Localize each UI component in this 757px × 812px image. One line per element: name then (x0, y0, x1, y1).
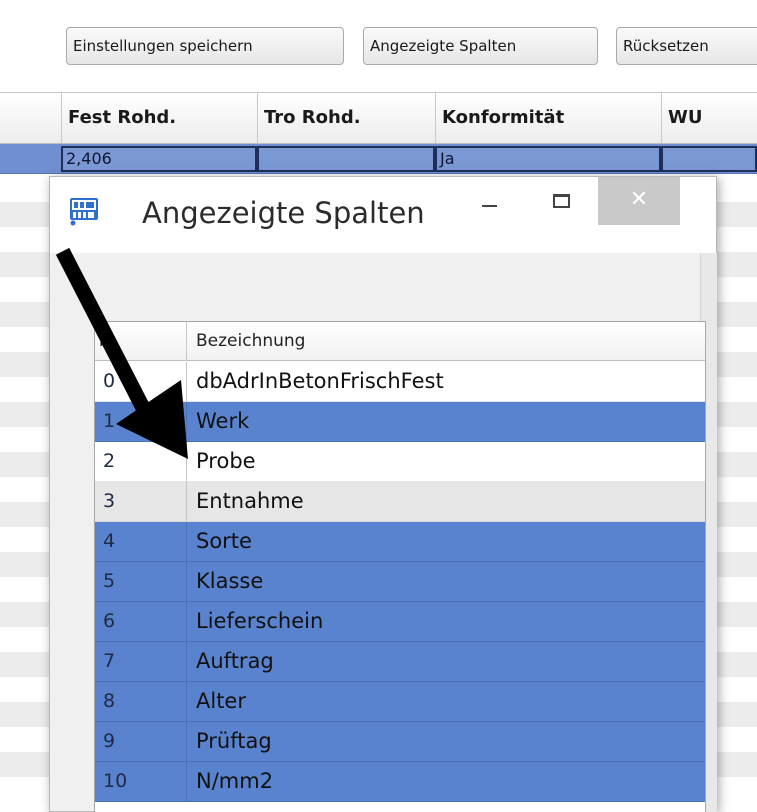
maximize-button[interactable] (530, 177, 592, 225)
list-item-number: 5 (95, 562, 187, 601)
list-item[interactable]: 9 Prüftag (95, 722, 705, 762)
list-item-number: 7 (95, 642, 187, 681)
minimize-icon (482, 205, 497, 207)
grid-cell[interactable]: 2,406 (61, 146, 257, 172)
list-item-name: Klasse (196, 569, 264, 593)
list-item[interactable]: 4 Sorte (95, 522, 705, 562)
list-header: N Bezeichnung (95, 322, 705, 361)
list-item[interactable]: 10 N/mm2 (95, 762, 705, 802)
shown-columns-button[interactable]: Angezeigte Spalten (363, 27, 598, 65)
list-item-name: Probe (196, 449, 256, 473)
reset-button[interactable]: Rücksetzen (616, 27, 757, 65)
app-logo-icon (70, 198, 98, 226)
dialog-title: Angezeigte Spalten (142, 196, 425, 230)
save-settings-button[interactable]: Einstellungen speichern (66, 27, 344, 65)
list-item-name: Alter (196, 689, 246, 713)
list-item-name: dbAdrInBetonFrischFest (196, 369, 444, 393)
list-item[interactable]: 0 dbAdrInBetonFrischFest (95, 362, 705, 402)
list-item[interactable]: 2 Probe (95, 442, 705, 482)
list-item-number: 9 (95, 722, 187, 761)
list-item-name: N/mm2 (196, 769, 274, 793)
list-item-name: Entnahme (196, 489, 304, 513)
list-item[interactable]: 6 Lieferschein (95, 602, 705, 642)
list-item-name: Sorte (196, 529, 252, 553)
dialog-titlebar[interactable]: Angezeigte Spalten ✕ (50, 177, 716, 253)
list-item-name: Auftrag (196, 649, 274, 673)
list-item-name: Werk (196, 409, 250, 433)
column-list: N Bezeichnung 0 dbAdrInBetonFrischFest 1 We… (94, 321, 706, 812)
list-item-number: 10 (95, 762, 187, 801)
grid-cell[interactable] (257, 146, 435, 172)
list-item[interactable]: 8 Alter (95, 682, 705, 722)
list-item-number: 8 (95, 682, 187, 721)
maximize-icon (553, 194, 570, 208)
list-header-name[interactable]: Bezeichnung (196, 322, 305, 361)
list-item-number: 2 (95, 442, 187, 481)
grid-header: Fest Rohd. Tro Rohd. Konformität WU (0, 92, 757, 144)
list-item[interactable]: 3 Entnahme (95, 482, 705, 522)
list-item-name: Lieferschein (196, 609, 324, 633)
list-item-name: Prüftag (196, 729, 272, 753)
column-header-tro-rohd[interactable]: Tro Rohd. (257, 93, 435, 143)
minimize-button[interactable] (458, 177, 520, 225)
list-item-number: 3 (95, 482, 187, 521)
list-item-number: 6 (95, 602, 187, 641)
list-item-number: 4 (95, 522, 187, 561)
close-button[interactable]: ✕ (598, 177, 680, 225)
toolbar: Einstellungen speichern Angezeigte Spalt… (0, 0, 757, 92)
shown-columns-dialog: Angezeigte Spalten ✕ N Bezeichnung 0 dbAd… (49, 176, 717, 812)
list-header-number[interactable]: N (95, 322, 187, 361)
grid-cell[interactable] (661, 146, 757, 172)
list-item-number: 1 (95, 402, 187, 441)
column-header-fest-rohd[interactable]: Fest Rohd. (61, 93, 257, 143)
column-header-wu[interactable]: WU (661, 93, 757, 143)
column-header-konformitaet[interactable]: Konformität (435, 93, 661, 143)
list-item[interactable]: 5 Klasse (95, 562, 705, 602)
close-icon: ✕ (629, 187, 649, 212)
grid-selected-row[interactable]: 2,406 Ja (0, 144, 757, 174)
list-item-number: 0 (95, 362, 187, 401)
list-item[interactable]: 1 Werk (95, 402, 705, 442)
list-item[interactable]: 7 Auftrag (95, 642, 705, 682)
grid-cell[interactable]: Ja (435, 146, 661, 172)
